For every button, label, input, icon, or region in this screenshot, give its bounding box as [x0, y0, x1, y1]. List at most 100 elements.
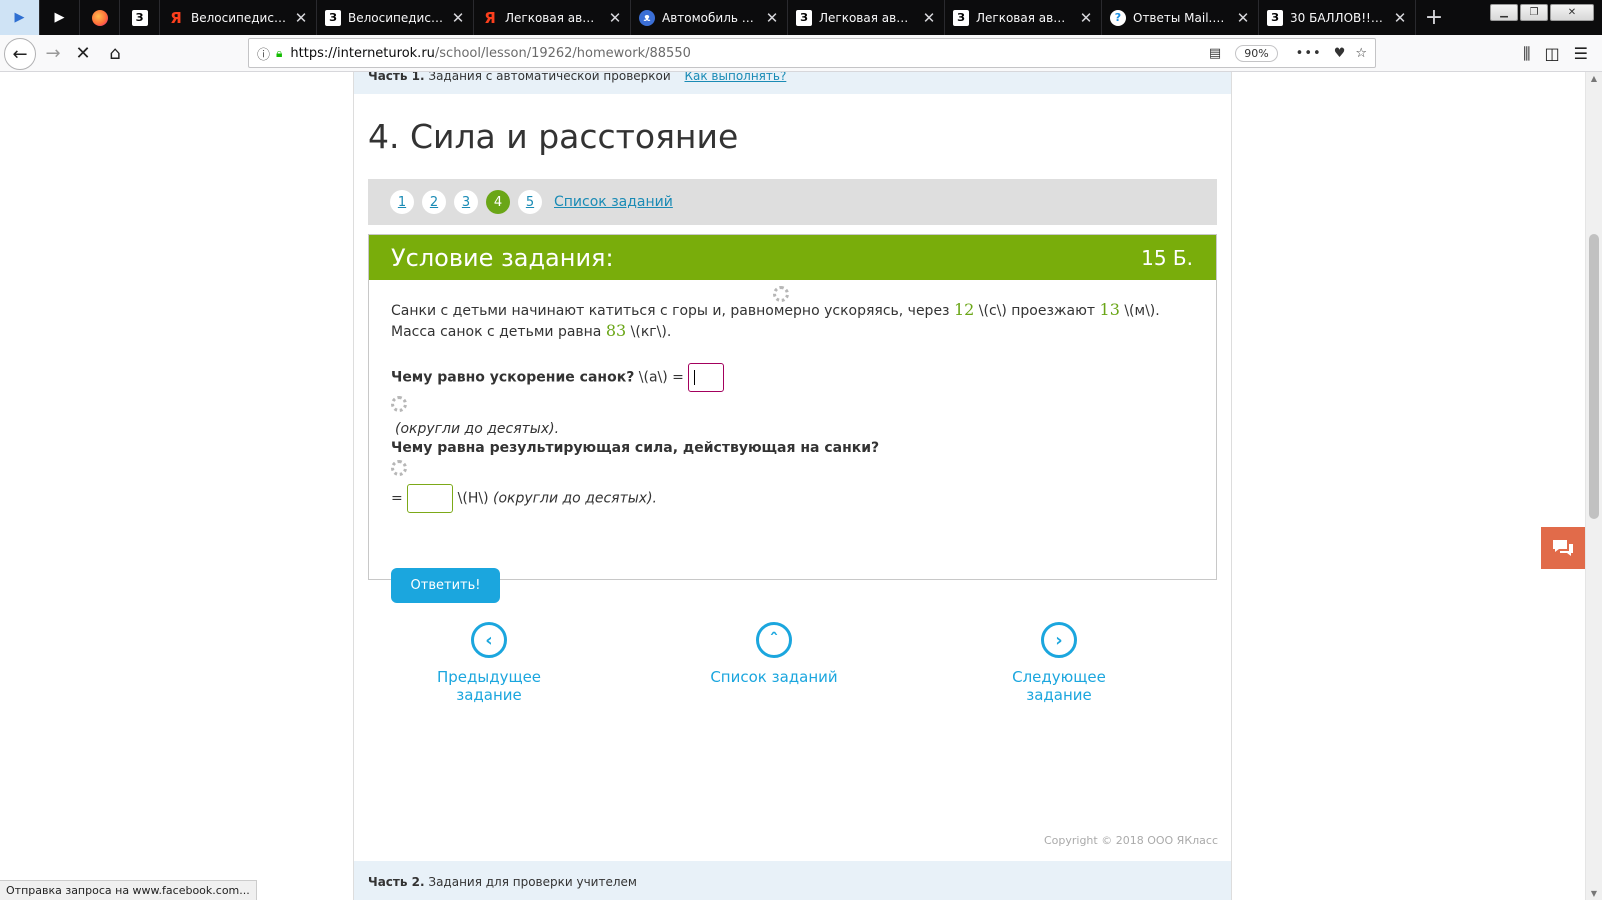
new-tab-button[interactable]: +: [1416, 0, 1452, 35]
url-path: /school/lesson/19262/homework/88550: [434, 45, 691, 61]
scroll-down-arrow[interactable]: ▼: [1586, 889, 1602, 898]
more-actions-icon[interactable]: •••: [1296, 46, 1322, 61]
stop-button[interactable]: ✕: [68, 35, 98, 72]
minimize-button[interactable]: ▁: [1490, 4, 1518, 21]
task-list-link[interactable]: Список заданий: [554, 194, 673, 210]
text-caret: [694, 370, 696, 385]
close-icon[interactable]: ✕: [1236, 9, 1250, 27]
task-list-nav-link[interactable]: ˆ Список заданий: [694, 622, 854, 686]
browser-tab[interactable]: З Легковая автома ✕: [788, 0, 945, 35]
address-bar[interactable]: ⓘ 🔒︎ https://interneturok.ru/school/less…: [248, 38, 1376, 68]
tab-title: Ответы Mail.Ru: К: [1133, 10, 1229, 25]
time-value: 12: [953, 300, 975, 319]
close-icon[interactable]: ✕: [294, 9, 308, 27]
tab-title: Автомобиль за 10: [662, 10, 758, 25]
force-input[interactable]: [407, 484, 454, 513]
browser-tab[interactable]: Я Легковая автома ✕: [474, 0, 631, 35]
tab-strip: ▶ ▶ З Я Велосипедист на ✕ З Велосипедист…: [0, 0, 1602, 35]
browser-tab[interactable]: Я Велосипедист на ✕: [160, 0, 317, 35]
pager-item-4[interactable]: 4: [486, 190, 510, 214]
sidebar-icon[interactable]: ◫: [1545, 44, 1560, 63]
lesson-card: Часть 1. Задания с автоматической провер…: [353, 72, 1232, 900]
part2-label: Часть 2.: [368, 875, 425, 889]
acceleration-input[interactable]: [688, 363, 725, 392]
pager-item-2[interactable]: 2: [422, 190, 446, 214]
question-1-text: Чему равно ускорение санок?: [391, 369, 635, 386]
task-pager: 1 2 3 4 5 Список заданий: [368, 179, 1217, 225]
scroll-up-arrow[interactable]: ▲: [1586, 74, 1602, 83]
url-domain: https://interneturok.ru: [290, 45, 435, 61]
restore-button[interactable]: ❐: [1520, 4, 1548, 21]
znanija-icon: З: [953, 9, 969, 26]
submit-answer-button[interactable]: Ответить!: [391, 568, 500, 603]
question-1-var: \(a\) =: [634, 369, 684, 386]
scroll-thumb[interactable]: [1589, 234, 1599, 519]
mail-icon: ?: [1110, 9, 1126, 26]
prev-task-link[interactable]: ‹ Предыдущее задание: [409, 622, 569, 704]
znanija-icon: З: [796, 9, 812, 26]
tab-title: 30 БАЛЛОВ!!!!!! ХЕ: [1290, 10, 1386, 25]
next-task-link[interactable]: › Следующее задание: [979, 622, 1139, 704]
forward-button[interactable]: →: [38, 35, 68, 72]
pinned-tab-firefox[interactable]: [80, 0, 120, 35]
chat-button[interactable]: [1541, 527, 1585, 569]
statement-text: \(с\) проезжают: [974, 303, 1100, 319]
statement-text: Санки с детьми начинают катиться с горы …: [391, 303, 954, 319]
media-icon: ▶: [14, 10, 25, 25]
how-to-link[interactable]: Как выполнять?: [684, 72, 786, 83]
close-icon[interactable]: ✕: [451, 9, 465, 27]
library-icon[interactable]: ⫼: [1523, 44, 1530, 64]
browser-tab[interactable]: З Легковая автома ✕: [945, 0, 1102, 35]
yandex-icon: Я: [170, 8, 182, 27]
lock-icon[interactable]: 🔒︎: [276, 46, 282, 61]
pager-item-1[interactable]: 1: [390, 190, 414, 214]
pager-item-5[interactable]: 5: [518, 190, 542, 214]
pocket-icon[interactable]: ♥: [1334, 46, 1346, 61]
round-hint-1: (округли до десятых).: [395, 421, 560, 437]
toolbar-icons: ⫼ ◫ ☰: [1523, 35, 1602, 72]
pinned-tab-media[interactable]: ▶: [0, 0, 40, 35]
question-2-text: Чему равна результирующая сила, действую…: [391, 440, 880, 456]
bookmark-star-icon[interactable]: ☆: [1355, 46, 1367, 61]
home-button[interactable]: ⌂: [100, 35, 130, 72]
zoom-indicator[interactable]: 90%: [1235, 44, 1278, 62]
info-icon[interactable]: ⓘ: [257, 44, 270, 63]
loading-spinner-icon: [773, 286, 789, 302]
window-close-button[interactable]: ✕: [1550, 4, 1594, 21]
statement-text: \(кг\).: [626, 324, 672, 340]
task-header-title: Условие задания:: [391, 243, 614, 272]
close-icon[interactable]: ✕: [1079, 9, 1093, 27]
browser-tab[interactable]: ᴥ Автомобиль за 10 ✕: [631, 0, 788, 35]
task-statement: Санки с детьми начинают катиться с горы …: [391, 300, 1194, 342]
copyright-text: Copyright © 2018 ООО ЯКласс: [1043, 834, 1218, 847]
cat-icon: ᴥ: [639, 9, 655, 26]
close-icon[interactable]: ✕: [922, 9, 936, 27]
media-icon: ▶: [54, 10, 65, 25]
close-icon[interactable]: ✕: [765, 9, 779, 27]
task-list-label: Список заданий: [710, 668, 838, 686]
page-scrollbar[interactable]: ▲ ▼: [1585, 72, 1602, 900]
arrow-right-icon: →: [45, 43, 61, 64]
browser-tab[interactable]: З 30 БАЛЛОВ!!!!!! ХЕ ✕: [1259, 0, 1416, 35]
url-text[interactable]: https://interneturok.ru/school/lesson/19…: [290, 46, 1209, 61]
arrow-left-icon: ←: [12, 43, 28, 65]
reader-view-icon[interactable]: ▤: [1209, 46, 1221, 61]
back-button[interactable]: ←: [4, 38, 36, 70]
tab-title: Велосипедист на: [191, 10, 287, 25]
plus-icon: +: [1424, 5, 1444, 30]
pinned-tab-media-2[interactable]: ▶: [40, 0, 80, 35]
close-icon[interactable]: ✕: [608, 9, 622, 27]
pager-item-3[interactable]: 3: [454, 190, 478, 214]
browser-tab[interactable]: ? Ответы Mail.Ru: К ✕: [1102, 0, 1259, 35]
pinned-tab-znanija[interactable]: З: [120, 0, 160, 35]
part2-text: Задания для проверки учителем: [428, 875, 637, 889]
browser-tab[interactable]: З Велосипедист на ✕: [317, 0, 474, 35]
status-bar: Отправка запроса на www.facebook.com...: [0, 880, 257, 900]
page-viewport: Часть 1. Задания с автоматической провер…: [0, 72, 1585, 900]
navigation-toolbar: ← → ✕ ⌂ ⓘ 🔒︎ https://interneturok.ru/sch…: [0, 35, 1602, 72]
tab-title: Легковая автома: [505, 10, 601, 25]
chevron-left-icon: ‹: [471, 622, 507, 658]
distance-value: 13: [1099, 300, 1120, 319]
close-icon[interactable]: ✕: [1393, 9, 1407, 27]
menu-icon[interactable]: ☰: [1574, 44, 1588, 63]
